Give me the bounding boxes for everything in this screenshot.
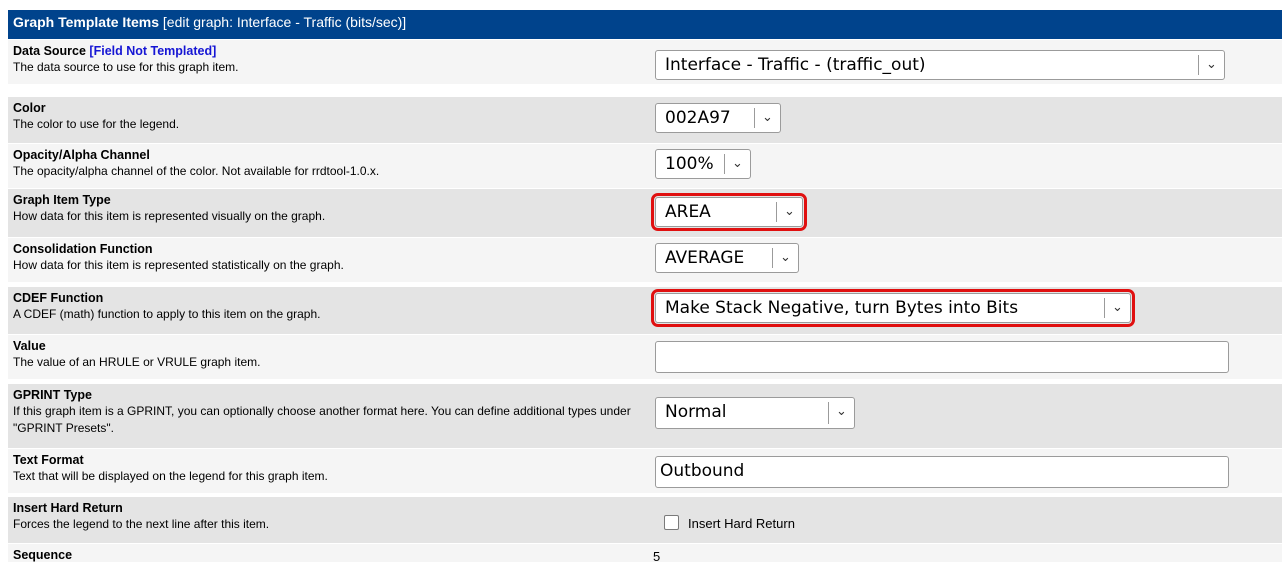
gprint-title: GPRINT Type [13,388,92,402]
chevron-down-icon: ⌄ [724,154,750,174]
field-not-templated-link[interactable]: [Field Not Templated] [89,44,216,58]
chevron-down-icon: ⌄ [772,248,798,268]
insert-hard-return-label[interactable]: Insert Hard Return [688,516,795,531]
data-source-desc: The data source to use for this graph it… [13,60,239,74]
cdef-title: CDEF Function [13,291,104,305]
opacity-select[interactable]: 100% ⌄ [655,149,751,179]
hard-return-desc: Forces the legend to the next line after… [13,517,270,531]
chevron-down-icon: ⌄ [1104,298,1130,318]
text-format-desc: Text that will be displayed on the legen… [13,469,328,483]
row-cdef: CDEF Function A CDEF (math) function to … [8,287,1282,334]
panel-title: Graph Template Items [13,14,160,30]
row-data-source: Data Source [Field Not Templated] The da… [8,40,1282,84]
value-title: Value [13,339,46,353]
text-format-title: Text Format [13,453,84,467]
row-opacity: Opacity/Alpha Channel The opacity/alpha … [8,144,1282,188]
row-gprint-type: GPRINT Type If this graph item is a GPRI… [8,384,1282,448]
graph-item-type-select[interactable]: AREA ⌄ [651,193,807,231]
opacity-title: Opacity/Alpha Channel [13,148,150,162]
insert-hard-return-checkbox[interactable] [664,515,679,530]
consolidation-value: AVERAGE [665,248,745,268]
gprint-desc: If this graph item is a GPRINT, you can … [13,404,631,435]
row-insert-hard-return: Insert Hard Return Forces the legend to … [8,497,1282,543]
panel-subtitle: [edit graph: Interface - Traffic (bits/s… [159,14,407,30]
chevron-down-icon: ⌄ [1198,55,1224,75]
value-desc: The value of an HRULE or VRULE graph ite… [13,355,261,369]
item-type-title: Graph Item Type [13,193,111,207]
opacity-desc: The opacity/alpha channel of the color. … [13,164,380,178]
graph-template-items-panel: Graph Template Items [edit graph: Interf… [8,0,1282,562]
chevron-down-icon: ⌄ [776,202,802,222]
consolidation-desc: How data for this item is represented st… [13,258,344,272]
item-type-desc: How data for this item is represented vi… [13,209,326,223]
row-graph-item-type: Graph Item Type How data for this item i… [8,189,1282,237]
cdef-value: Make Stack Negative, turn Bytes into Bit… [665,298,1019,318]
chevron-down-icon: ⌄ [754,108,780,128]
consolidation-select[interactable]: AVERAGE ⌄ [655,243,799,273]
row-color: Color The color to use for the legend. 0… [8,97,1282,143]
item-type-value: AREA [665,202,711,222]
data-source-value: Interface - Traffic - (traffic_out) [665,55,926,75]
value-input[interactable] [655,341,1229,373]
hard-return-title: Insert Hard Return [13,501,123,515]
text-format-input[interactable]: Outbound [655,456,1229,488]
row-consolidation: Consolidation Function How data for this… [8,238,1282,282]
data-source-title: Data Source [13,44,90,58]
opacity-value: 100% [665,154,714,174]
row-sequence: Sequence 5 [8,544,1282,562]
cdef-select[interactable]: Make Stack Negative, turn Bytes into Bit… [651,289,1135,327]
sequence-value: 5 [653,549,661,562]
data-source-select[interactable]: Interface - Traffic - (traffic_out) ⌄ [655,50,1225,80]
color-value: 002A97 [665,108,731,128]
cdef-desc: A CDEF (math) function to apply to this … [13,307,321,321]
gprint-type-select[interactable]: Normal ⌄ [655,397,855,429]
panel-header: Graph Template Items [edit graph: Interf… [8,10,1282,39]
sequence-title: Sequence [13,548,73,562]
color-select[interactable]: 002A97 ⌄ [655,103,781,133]
color-title: Color [13,101,46,115]
color-desc: The color to use for the legend. [13,117,180,131]
consolidation-title: Consolidation Function [13,242,153,256]
row-text-format: Text Format Text that will be displayed … [8,449,1282,493]
gprint-value: Normal [665,402,727,422]
row-value: Value The value of an HRULE or VRULE gra… [8,335,1282,379]
chevron-down-icon: ⌄ [828,402,854,424]
